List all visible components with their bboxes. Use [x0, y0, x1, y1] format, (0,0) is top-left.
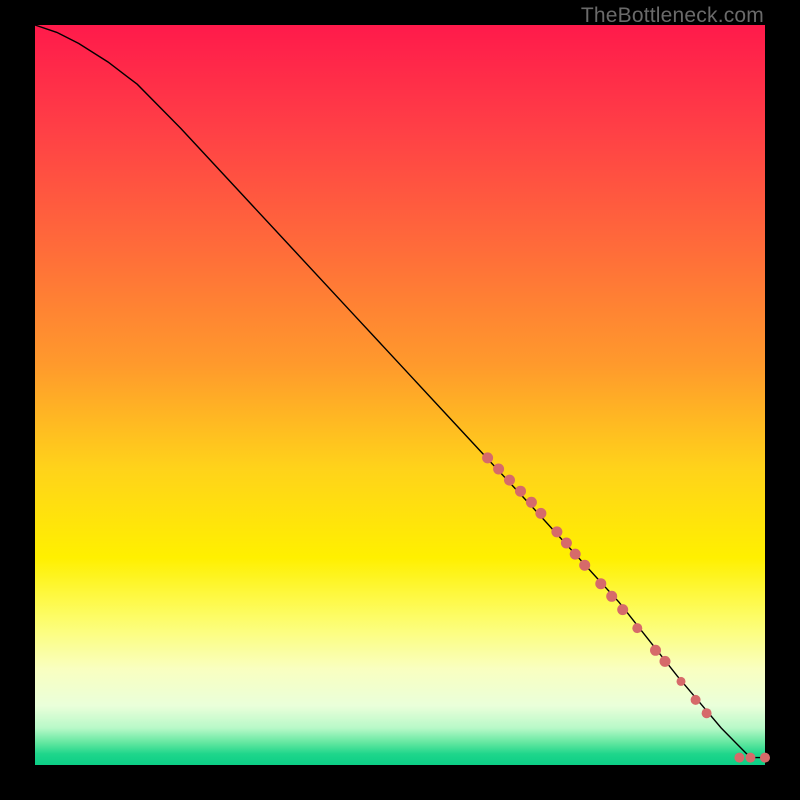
data-point: [535, 508, 546, 519]
data-point: [493, 464, 504, 475]
data-point: [606, 591, 617, 602]
data-point: [745, 753, 755, 763]
data-point: [617, 604, 628, 615]
data-point: [579, 560, 590, 571]
data-point: [561, 538, 572, 549]
chart-frame: TheBottleneck.com: [0, 0, 800, 800]
data-point: [650, 645, 661, 656]
data-point: [632, 623, 642, 633]
data-point: [660, 656, 671, 667]
data-point: [677, 677, 686, 686]
data-point: [526, 497, 537, 508]
data-point: [760, 753, 770, 763]
data-point: [702, 708, 712, 718]
data-point: [482, 452, 493, 463]
data-point: [691, 695, 701, 705]
data-point: [504, 475, 515, 486]
data-point: [570, 549, 581, 560]
chart-overlay: [35, 25, 765, 765]
data-point: [734, 753, 744, 763]
data-point: [595, 578, 606, 589]
data-point: [515, 486, 526, 497]
data-point: [551, 526, 562, 537]
